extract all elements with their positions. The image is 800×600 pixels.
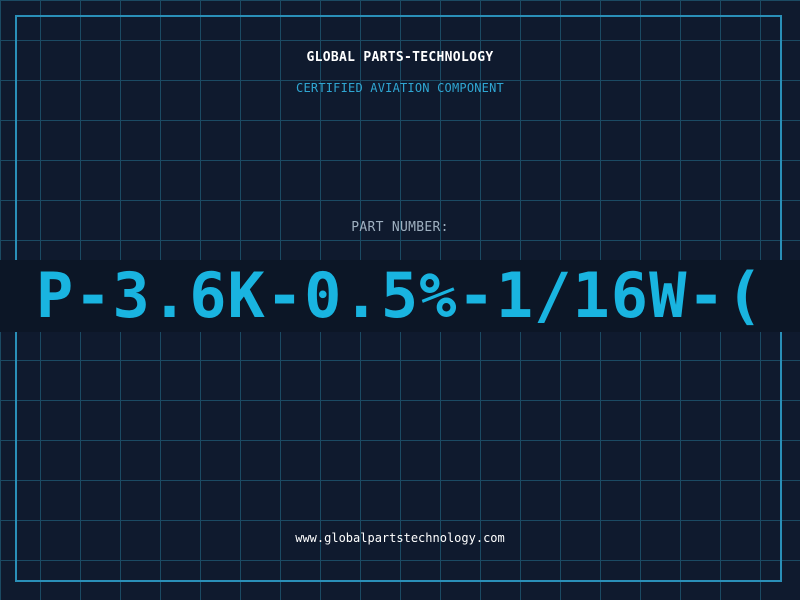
certificate-card: GLOBAL PARTS-TECHNOLOGY CERTIFIED AVIATI…	[0, 0, 800, 600]
part-number-band: P-3.6K-0.5%-1/16W-(	[0, 260, 800, 332]
part-number-value: P-3.6K-0.5%-1/16W-(	[35, 260, 765, 332]
certification-subtitle: CERTIFIED AVIATION COMPONENT	[296, 81, 504, 95]
part-number-label: PART NUMBER:	[351, 220, 449, 235]
company-name: GLOBAL PARTS-TECHNOLOGY	[306, 50, 494, 65]
website-url[interactable]: www.globalpartstechnology.com	[0, 531, 800, 545]
